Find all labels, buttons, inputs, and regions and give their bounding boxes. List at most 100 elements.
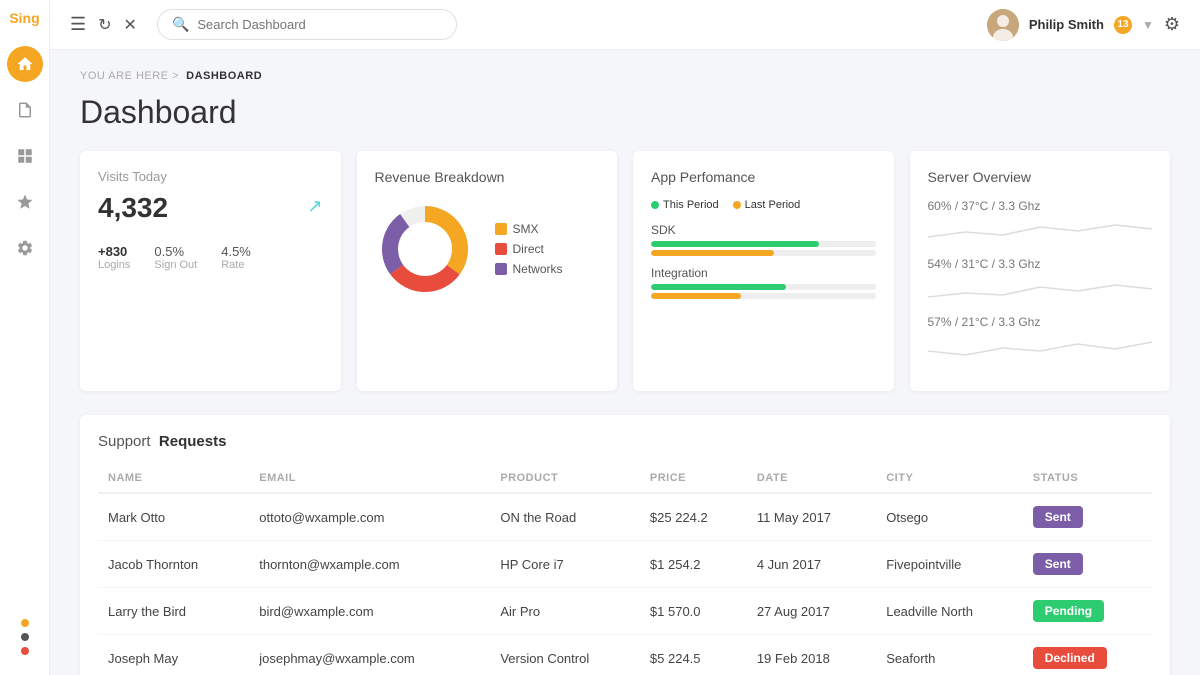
performance-title: App Perfomance (651, 169, 876, 185)
table-thead: NAME EMAIL PRODUCT PRICE DATE CITY STATU… (98, 464, 1152, 493)
sdk-this-period-bar (651, 241, 819, 247)
gear-icon[interactable]: ⚙ (1164, 14, 1180, 35)
sidebar-dot-1 (21, 619, 29, 627)
sdk-metric: SDK (651, 223, 876, 256)
visits-stats: +830 Logins 0.5% Sign Out 4.5% Rate (98, 244, 323, 271)
cell-city: Otsego (876, 493, 1023, 541)
cell-name: Larry the Bird (98, 588, 249, 635)
visits-stat-logins: +830 Logins (98, 244, 130, 271)
sidebar-icon-star[interactable] (7, 184, 43, 220)
server-2: 54% / 31°C / 3.3 Ghz (928, 257, 1153, 305)
status-badge[interactable]: Sent (1033, 506, 1083, 528)
sidebar-dot-3 (21, 647, 29, 655)
cell-status: Pending (1023, 588, 1152, 635)
this-period-dot (651, 201, 659, 209)
revenue-content: SMX Direct Networks (375, 199, 600, 299)
cell-city: Leadville North (876, 588, 1023, 635)
cell-email: bird@wxample.com (249, 588, 490, 635)
cell-name: Jacob Thornton (98, 541, 249, 588)
col-email: EMAIL (249, 464, 490, 493)
topbar-right: Philip Smith 13 ▼ ⚙ (987, 9, 1180, 41)
revenue-legend: SMX Direct Networks (495, 222, 563, 276)
cell-email: thornton@wxample.com (249, 541, 490, 588)
col-price: PRICE (640, 464, 747, 493)
sidebar-icon-grid[interactable] (7, 138, 43, 174)
sidebar-icon-settings[interactable] (7, 230, 43, 266)
col-name: NAME (98, 464, 249, 493)
legend-smx: SMX (495, 222, 563, 236)
performance-card: App Perfomance This Period Last Period S… (633, 151, 894, 391)
notification-badge[interactable]: 13 (1114, 16, 1132, 34)
status-badge[interactable]: Pending (1033, 600, 1104, 622)
table-row: Jacob Thornton thornton@wxample.com HP C… (98, 541, 1152, 588)
cell-product: Version Control (490, 635, 640, 675)
legend-direct: Direct (495, 242, 563, 256)
close-icon[interactable]: ✕ (124, 15, 137, 35)
status-badge[interactable]: Declined (1033, 647, 1107, 669)
cell-date: 4 Jun 2017 (747, 541, 876, 588)
cell-date: 19 Feb 2018 (747, 635, 876, 675)
col-product: PRODUCT (490, 464, 640, 493)
topbar: ☰ ↻ ✕ 🔍 Philip Smith 13 ▼ ⚙ (50, 0, 1200, 50)
search-input[interactable] (197, 17, 442, 32)
visits-card: Visits Today 4,332 ↗ +830 Logins 0.5% Si… (80, 151, 341, 391)
table-row: Joseph May josephmay@wxample.com Version… (98, 635, 1152, 675)
legend-networks: Networks (495, 262, 563, 276)
username: Philip Smith (1029, 17, 1104, 32)
visits-number: 4,332 (98, 192, 168, 224)
cell-status: Sent (1023, 541, 1152, 588)
support-table: NAME EMAIL PRODUCT PRICE DATE CITY STATU… (98, 464, 1152, 675)
status-badge[interactable]: Sent (1033, 553, 1083, 575)
cell-name: Mark Otto (98, 493, 249, 541)
sidebar-icon-document[interactable] (7, 92, 43, 128)
cell-city: Seaforth (876, 635, 1023, 675)
server-1: 60% / 37°C / 3.3 Ghz (928, 199, 1153, 247)
sidebar-dots (21, 619, 29, 665)
direct-color (495, 243, 507, 255)
sidebar-icon-home[interactable] (7, 46, 43, 82)
chevron-down-icon[interactable]: ▼ (1142, 18, 1154, 32)
cell-price: $1 254.2 (640, 541, 747, 588)
table-body: Mark Otto ottoto@wxample.com ON the Road… (98, 493, 1152, 675)
integration-this-period-bar (651, 284, 786, 290)
server-1-sparkline (928, 217, 1153, 247)
col-status: STATUS (1023, 464, 1152, 493)
col-city: CITY (876, 464, 1023, 493)
refresh-icon[interactable]: ↻ (98, 15, 111, 35)
server-card: Server Overview 60% / 37°C / 3.3 Ghz 54%… (910, 151, 1171, 391)
support-table-section: Support Requests NAME EMAIL PRODUCT PRIC… (80, 415, 1170, 675)
server-3: 57% / 21°C / 3.3 Ghz (928, 315, 1153, 363)
cell-name: Joseph May (98, 635, 249, 675)
col-date: DATE (747, 464, 876, 493)
revenue-card: Revenue Breakdown (357, 151, 618, 391)
cell-price: $5 224.5 (640, 635, 747, 675)
hamburger-icon[interactable]: ☰ (70, 14, 86, 35)
main-area: ☰ ↻ ✕ 🔍 Philip Smith 13 ▼ ⚙ (50, 0, 1200, 675)
cell-email: josephmay@wxample.com (249, 635, 490, 675)
cell-city: Fivepointville (876, 541, 1023, 588)
sdk-last-period-bar (651, 250, 774, 256)
integration-last-period-bar (651, 293, 741, 299)
server-3-sparkline (928, 333, 1153, 363)
breadcrumb: YOU ARE HERE > Dashboard (80, 70, 1170, 82)
cell-product: ON the Road (490, 493, 640, 541)
cell-status: Declined (1023, 635, 1152, 675)
cards-row: Visits Today 4,332 ↗ +830 Logins 0.5% Si… (80, 151, 1170, 391)
search-icon: 🔍 (172, 16, 189, 33)
search-box[interactable]: 🔍 (157, 9, 457, 40)
trend-arrow-icon: ↗ (307, 196, 322, 217)
server-2-sparkline (928, 275, 1153, 305)
donut-chart (375, 199, 475, 299)
cell-date: 27 Aug 2017 (747, 588, 876, 635)
cell-email: ottoto@wxample.com (249, 493, 490, 541)
smx-color (495, 223, 507, 235)
sidebar-dot-2 (21, 633, 29, 641)
table-row: Larry the Bird bird@wxample.com Air Pro … (98, 588, 1152, 635)
table-header: Support Requests (98, 433, 1152, 450)
page-title: Dashboard (80, 94, 1170, 131)
cell-status: Sent (1023, 493, 1152, 541)
table-row: Mark Otto ottoto@wxample.com ON the Road… (98, 493, 1152, 541)
cell-product: HP Core i7 (490, 541, 640, 588)
networks-color (495, 263, 507, 275)
cell-product: Air Pro (490, 588, 640, 635)
